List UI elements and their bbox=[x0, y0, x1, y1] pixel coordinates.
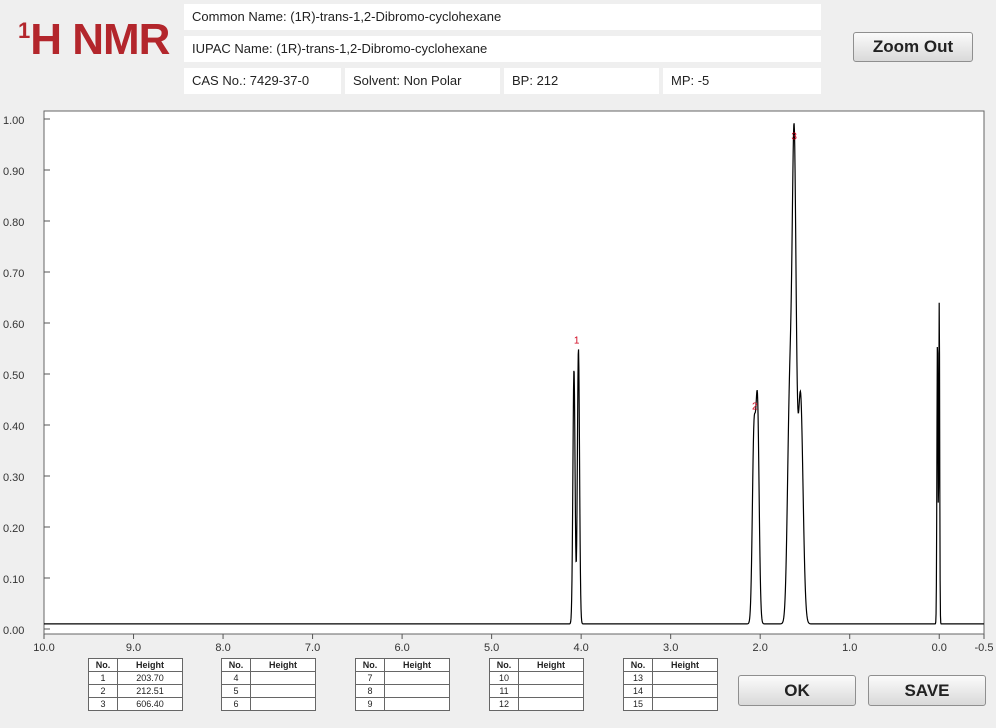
y-tick-label: 1.00 bbox=[3, 115, 24, 127]
column-header-height: Height bbox=[117, 658, 183, 672]
peak-number-cell: 8 bbox=[355, 684, 385, 698]
column-header-height: Height bbox=[652, 658, 718, 672]
peak-number-cell: 11 bbox=[489, 684, 519, 698]
table-row: 14 bbox=[623, 684, 718, 698]
peak-height-cell bbox=[518, 671, 584, 685]
peak-height-cell bbox=[652, 697, 718, 711]
save-button[interactable]: SAVE bbox=[868, 675, 986, 706]
table-header-row: No. Height bbox=[489, 658, 584, 672]
column-header-no: No. bbox=[88, 658, 118, 672]
column-header-height: Height bbox=[250, 658, 316, 672]
y-tick-label: 0.60 bbox=[3, 319, 24, 331]
peak-label-3: 3 bbox=[791, 131, 797, 142]
peak-height-cell bbox=[652, 684, 718, 698]
peak-number-cell: 3 bbox=[88, 697, 118, 711]
column-header-no: No. bbox=[355, 658, 385, 672]
peak-number-cell: 15 bbox=[623, 697, 653, 711]
column-header-height: Height bbox=[518, 658, 584, 672]
nmr-viewer-window: 1H NMR Common Name: (1R)-trans-1,2-Dibro… bbox=[0, 0, 996, 728]
x-tick-label: 0.0 bbox=[932, 642, 947, 654]
peak-number-cell: 10 bbox=[489, 671, 519, 685]
peak-number-cell: 13 bbox=[623, 671, 653, 685]
peak-height-cell bbox=[518, 697, 584, 711]
peak-height-cell bbox=[250, 697, 316, 711]
table-row: 10 bbox=[489, 671, 584, 685]
column-header-no: No. bbox=[221, 658, 251, 672]
peak-height-cell bbox=[250, 671, 316, 685]
nmr-spectrum-chart[interactable]: 0.00 0.10 0.20 0.30 0.40 0.50 0.60 0.70 0.80 0.90… bbox=[0, 0, 996, 728]
peak-table-1: No. Height 1 203.70 2 212.51 3 606.40 bbox=[88, 658, 183, 711]
x-tick-label: -0.5 bbox=[975, 642, 994, 654]
x-tick-label: 6.0 bbox=[394, 642, 409, 654]
ok-button[interactable]: OK bbox=[738, 675, 856, 706]
y-tick-label: 0.90 bbox=[3, 166, 24, 178]
table-row: 6 bbox=[221, 697, 316, 711]
y-tick-label: 0.10 bbox=[3, 574, 24, 586]
table-row: 13 bbox=[623, 671, 718, 685]
table-row: 8 bbox=[355, 684, 450, 698]
peak-number-cell: 5 bbox=[221, 684, 251, 698]
x-tick-label: 3.0 bbox=[663, 642, 678, 654]
peak-number-cell: 6 bbox=[221, 697, 251, 711]
y-tick-label: 0.80 bbox=[3, 217, 24, 229]
y-tick-label: 0.00 bbox=[3, 625, 24, 637]
y-axis: 0.00 0.10 0.20 0.30 0.40 0.50 0.60 0.70 0.80 0.90… bbox=[3, 115, 50, 637]
column-header-height: Height bbox=[384, 658, 450, 672]
peak-number-cell: 4 bbox=[221, 671, 251, 685]
x-tick-label: 5.0 bbox=[484, 642, 499, 654]
peak-number-cell: 2 bbox=[88, 684, 118, 698]
table-header-row: No. Height bbox=[355, 658, 450, 672]
y-tick-label: 0.70 bbox=[3, 268, 24, 280]
table-row: 4 bbox=[221, 671, 316, 685]
y-tick-label: 0.30 bbox=[3, 472, 24, 484]
x-tick-label: 9.0 bbox=[126, 642, 141, 654]
table-row: 11 bbox=[489, 684, 584, 698]
peak-height-cell bbox=[384, 671, 450, 685]
x-tick-label: 2.0 bbox=[753, 642, 768, 654]
table-row: 3 606.40 bbox=[88, 697, 183, 711]
peak-height-cell: 212.51 bbox=[117, 684, 183, 698]
peak-height-cell: 606.40 bbox=[117, 697, 183, 711]
plot-area bbox=[43, 110, 985, 635]
peak-height-cell bbox=[384, 697, 450, 711]
table-row: 1 203.70 bbox=[88, 671, 183, 685]
peak-number-cell: 9 bbox=[355, 697, 385, 711]
peak-label-1: 1 bbox=[574, 335, 580, 346]
peak-number-cell: 1 bbox=[88, 671, 118, 685]
peak-height-cell bbox=[384, 684, 450, 698]
x-axis: 10.0 9.0 8.0 7.0 6.0 5.0 4.0 3.0 2.0 1.0 0.0 -0.5 bbox=[33, 634, 993, 654]
column-header-no: No. bbox=[623, 658, 653, 672]
peak-number-cell: 7 bbox=[355, 671, 385, 685]
peak-number-cell: 14 bbox=[623, 684, 653, 698]
table-row: 2 212.51 bbox=[88, 684, 183, 698]
table-header-row: No. Height bbox=[623, 658, 718, 672]
column-header-no: No. bbox=[489, 658, 519, 672]
table-row: 12 bbox=[489, 697, 584, 711]
y-tick-label: 0.40 bbox=[3, 421, 24, 433]
x-tick-label: 4.0 bbox=[573, 642, 588, 654]
peak-number-cell: 12 bbox=[489, 697, 519, 711]
table-row: 9 bbox=[355, 697, 450, 711]
peak-height-cell: 203.70 bbox=[117, 671, 183, 685]
peak-height-cell bbox=[652, 671, 718, 685]
peak-table-5: No. Height 13 14 15 bbox=[623, 658, 718, 711]
table-row: 15 bbox=[623, 697, 718, 711]
x-tick-label: 10.0 bbox=[33, 642, 54, 654]
x-tick-label: 1.0 bbox=[842, 642, 857, 654]
peak-label-2: 2 bbox=[752, 402, 758, 413]
table-header-row: No. Height bbox=[88, 658, 183, 672]
peak-table-4: No. Height 10 11 12 bbox=[489, 658, 584, 711]
y-tick-label: 0.20 bbox=[3, 523, 24, 535]
x-tick-label: 8.0 bbox=[215, 642, 230, 654]
table-header-row: No. Height bbox=[221, 658, 316, 672]
peak-table-2: No. Height 4 5 6 bbox=[221, 658, 316, 711]
peak-height-cell bbox=[250, 684, 316, 698]
y-tick-label: 0.50 bbox=[3, 370, 24, 382]
table-row: 7 bbox=[355, 671, 450, 685]
peak-table-3: No. Height 7 8 9 bbox=[355, 658, 450, 711]
x-tick-label: 7.0 bbox=[305, 642, 320, 654]
peak-height-cell bbox=[518, 684, 584, 698]
table-row: 5 bbox=[221, 684, 316, 698]
